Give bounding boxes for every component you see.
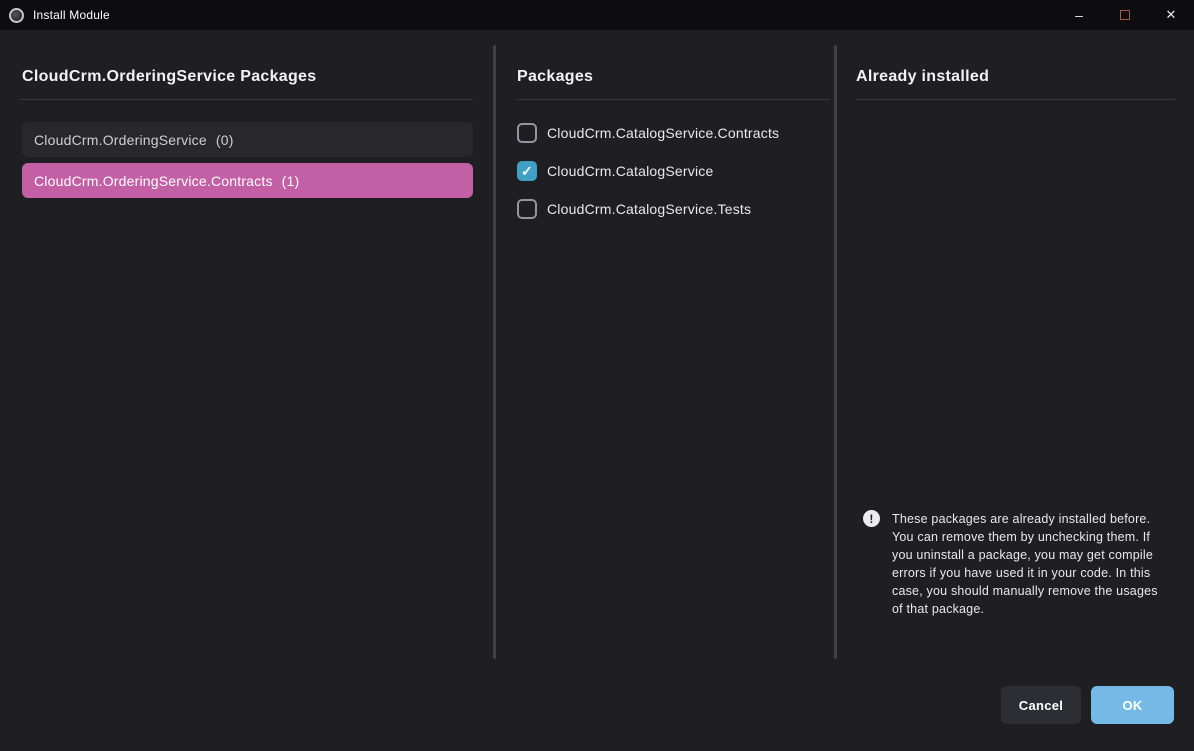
package-checkbox[interactable] [517, 161, 537, 181]
window-title: Install Module [33, 8, 110, 22]
title-bar: Install Module – ✕ [0, 0, 1194, 30]
package-row[interactable]: CloudCrm.CatalogService.Tests [517, 198, 751, 220]
module-list-item[interactable]: CloudCrm.OrderingService.Contracts (1) [22, 163, 473, 198]
cancel-button[interactable]: Cancel [1001, 686, 1081, 724]
close-button[interactable]: ✕ [1148, 0, 1194, 30]
window-controls: – ✕ [1056, 0, 1194, 30]
ok-button[interactable]: OK [1091, 686, 1174, 724]
app-logo-icon [9, 8, 24, 23]
module-item-label: CloudCrm.OrderingService.Contracts [34, 173, 273, 189]
module-item-count: (1) [282, 173, 300, 189]
maximize-button[interactable] [1102, 0, 1148, 30]
installed-note-text: These packages are already installed bef… [892, 510, 1164, 618]
installed-panel-heading: Already installed [856, 68, 989, 86]
panel-splitter[interactable] [834, 45, 837, 659]
module-item-label: CloudCrm.OrderingService [34, 132, 207, 148]
minimize-button[interactable]: – [1056, 0, 1102, 30]
install-module-dialog: Install Module – ✕ CloudCrm.OrderingServ… [0, 0, 1194, 751]
package-label: CloudCrm.CatalogService.Tests [547, 201, 751, 217]
package-label: CloudCrm.CatalogService [547, 163, 713, 179]
package-row[interactable]: CloudCrm.CatalogService [517, 160, 713, 182]
package-row[interactable]: CloudCrm.CatalogService.Contracts [517, 122, 779, 144]
left-panel-divider [20, 99, 473, 100]
packages-panel-divider [517, 99, 830, 100]
package-checkbox[interactable] [517, 123, 537, 143]
package-checkbox[interactable] [517, 199, 537, 219]
module-list-item[interactable]: CloudCrm.OrderingService (0) [22, 122, 473, 157]
info-icon: ! [863, 510, 880, 527]
module-item-count: (0) [216, 132, 234, 148]
left-panel-heading: CloudCrm.OrderingService Packages [22, 68, 316, 86]
packages-panel-heading: Packages [517, 68, 593, 86]
package-label: CloudCrm.CatalogService.Contracts [547, 125, 779, 141]
maximize-icon [1120, 10, 1130, 20]
panel-splitter[interactable] [493, 45, 496, 659]
installed-panel-divider [856, 99, 1175, 100]
